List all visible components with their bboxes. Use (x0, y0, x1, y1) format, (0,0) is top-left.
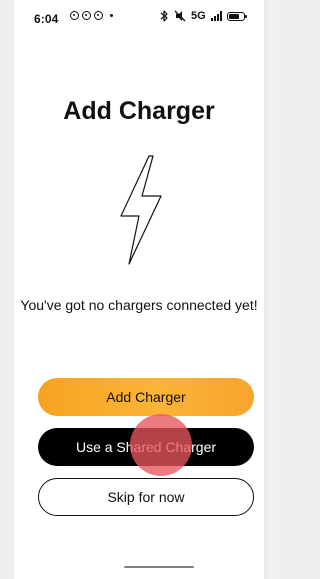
mute-icon (174, 10, 186, 22)
empty-state-message: You've got no chargers connected yet! (20, 297, 258, 313)
notification-icon (70, 11, 79, 20)
screen-edge (264, 0, 273, 579)
home-indicator (124, 566, 194, 568)
status-time: 6:04 (34, 12, 59, 26)
add-charger-button[interactable]: Add Charger (38, 378, 254, 416)
lightning-bolt-icon (120, 155, 162, 265)
dot-icon (110, 14, 113, 17)
page-title: Add Charger (63, 97, 215, 125)
signal-icon (210, 11, 222, 21)
notification-icon (94, 11, 103, 20)
network-type: 5G (191, 10, 206, 22)
battery-icon (226, 11, 247, 21)
notification-icon (82, 11, 91, 20)
system-status-icons: 5G (160, 10, 247, 22)
touch-indicator (130, 414, 192, 476)
status-bar: 6:04 5G (14, 0, 264, 40)
notification-icons (70, 11, 113, 20)
phone-screen: 6:04 5G Add Charger You've got no charge… (14, 0, 264, 579)
bluetooth-icon (160, 10, 168, 22)
skip-for-now-button[interactable]: Skip for now (38, 478, 254, 516)
